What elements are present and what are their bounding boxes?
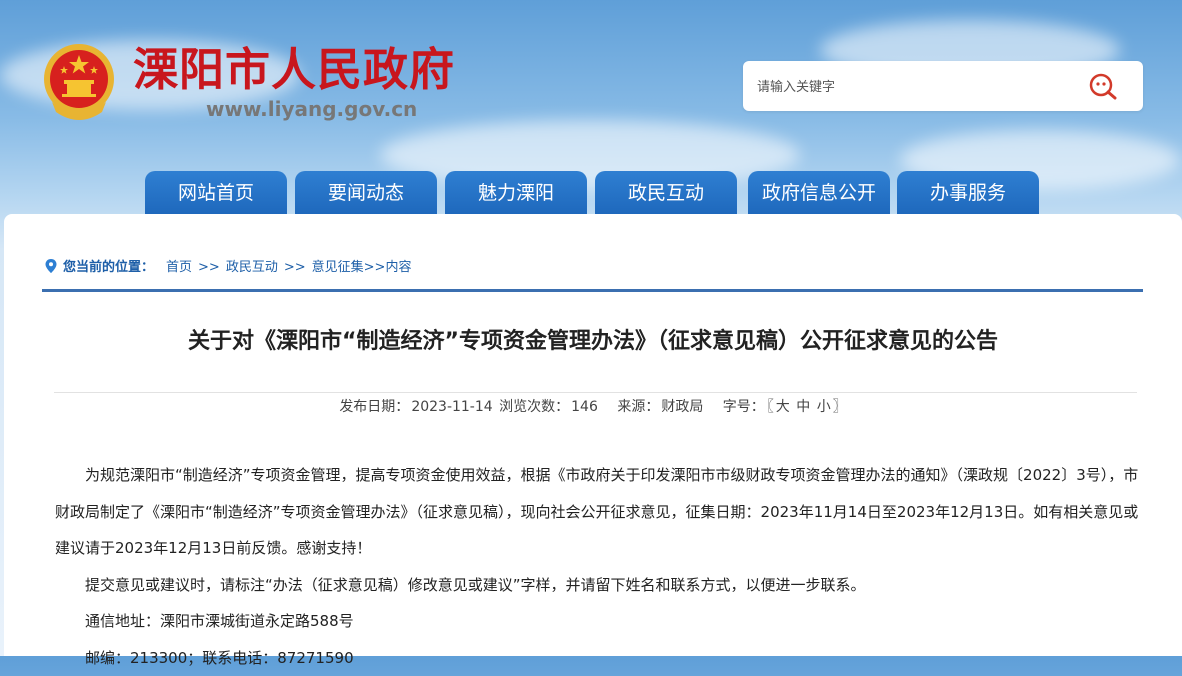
article-address: 通信地址：溧阳市溧城街道永定路588号 xyxy=(55,603,1139,640)
search-icon[interactable] xyxy=(1087,71,1119,101)
search-box xyxy=(743,61,1143,111)
font-size-large-button[interactable]: 大 xyxy=(776,399,790,415)
breadcrumb-home-link[interactable]: 首页 xyxy=(166,260,192,275)
article-paragraph: 提交意见或建议时，请标注“办法（征求意见稿）修改意见或建议”字样，并请留下姓名和… xyxy=(55,567,1139,604)
national-emblem-logo xyxy=(42,42,116,122)
font-size-small-button[interactable]: 小 xyxy=(817,399,831,415)
nav-item-charm[interactable]: 魅力溧阳 xyxy=(445,171,587,215)
article-body: 为规范溧阳市“制造经济”专项资金管理，提高专项资金使用效益，根据《市政府关于印发… xyxy=(55,457,1139,676)
size-bracket-open: 〖 xyxy=(767,399,774,415)
font-size-medium-button[interactable]: 中 xyxy=(796,399,810,415)
meta-source-label: 来源： xyxy=(617,399,659,415)
size-bracket-close: 〗 xyxy=(833,399,847,415)
meta-views: 146 xyxy=(571,399,598,415)
article-paragraph: 为规范溧阳市“制造经济”专项资金管理，提高专项资金使用效益，根据《市政府关于印发… xyxy=(55,457,1139,567)
site-title: 溧阳市人民政府 xyxy=(133,40,455,100)
search-input[interactable] xyxy=(755,73,1079,101)
site-url: www.liyang.gov.cn xyxy=(206,96,417,122)
article-title: 关于对《溧阳市“制造经济”专项资金管理办法》（征求意见稿）公开征求意见的公告 xyxy=(4,324,1182,360)
meta-date: 2023-11-14 xyxy=(411,399,492,415)
nav-item-services[interactable]: 办事服务 xyxy=(897,171,1039,215)
breadcrumb-divider xyxy=(42,289,1143,292)
nav-item-home[interactable]: 网站首页 xyxy=(145,171,287,215)
breadcrumb-separator: >> xyxy=(284,260,306,275)
title-divider xyxy=(54,392,1137,393)
nav-item-news[interactable]: 要闻动态 xyxy=(295,171,437,215)
nav-item-gov-info[interactable]: 政府信息公开 xyxy=(748,171,890,215)
breadcrumb-interaction-link[interactable]: 政民互动 xyxy=(226,260,278,275)
location-pin-icon xyxy=(45,259,57,273)
content-panel: 您当前的位置： 首页 >> 政民互动 >> 意见征集>>内容 关于对《溧阳市“制造经济”专… xyxy=(4,214,1182,656)
meta-views-label: 浏览次数： xyxy=(499,399,569,415)
breadcrumb-label: 您当前的位置： xyxy=(63,260,154,275)
breadcrumb: 您当前的位置： 首页 >> 政民互动 >> 意见征集>>内容 xyxy=(45,258,411,278)
breadcrumb-opinion-link[interactable]: 意见征集 xyxy=(312,260,364,275)
meta-size-label: 字号： xyxy=(723,399,765,415)
meta-source: 财政局 xyxy=(661,399,703,415)
nav-item-interaction[interactable]: 政民互动 xyxy=(595,171,737,215)
page-header: 溧阳市人民政府 www.liyang.gov.cn 网站首页 要闻动态 魅力溧阳… xyxy=(0,0,1182,215)
breadcrumb-current: >>内容 xyxy=(364,260,412,275)
meta-date-label: 发布日期： xyxy=(339,399,409,415)
article-meta: 发布日期：2023-11-14 浏览次数：146 来源：财政局 字号：〖大 中 … xyxy=(4,396,1182,418)
breadcrumb-separator: >> xyxy=(198,260,220,275)
article-contact: 邮编：213300；联系电话：87271590 xyxy=(55,640,1139,676)
